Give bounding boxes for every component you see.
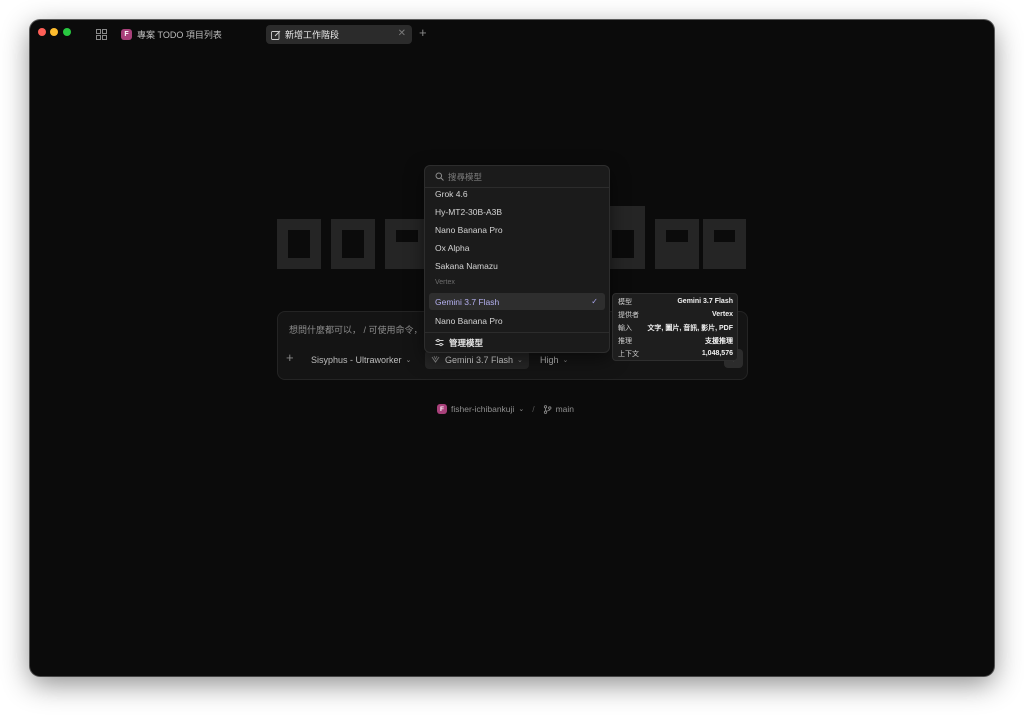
close-tab-icon[interactable]: ✕ — [398, 28, 406, 39]
agent-selector[interactable]: Sisyphus - Ultraworker ⌄ — [305, 350, 417, 369]
layout-grid-icon[interactable] — [96, 29, 107, 40]
model-option-label: Grok 4.6 — [435, 188, 468, 199]
chevron-down-icon[interactable]: ⌄ — [518, 405, 524, 413]
tooltip-key: 提供者 — [618, 311, 639, 319]
git-branch-icon — [543, 404, 551, 414]
model-option[interactable]: Sakana Namazu — [429, 257, 605, 274]
app-window: F 專案 TODO 項目列表 新增工作階段 ✕ + 想問什麼都可以， / 可使用… — [30, 20, 994, 676]
sliders-icon — [435, 338, 444, 347]
model-option[interactable]: Nano Banana Pro — [429, 221, 605, 238]
checkmark-icon: ✓ — [591, 297, 598, 306]
tooltip-key: 推理 — [618, 337, 632, 345]
prompt-input[interactable]: 想問什麼都可以， / 可使用命令， @ — [289, 323, 434, 336]
tooltip-value: Gemini 3.7 Flash — [677, 298, 733, 305]
title-bar: F 專案 TODO 項目列表 新增工作階段 ✕ + — [30, 20, 994, 50]
minimize-window-button[interactable] — [50, 28, 58, 36]
agent-label: Sisyphus - Ultraworker — [311, 354, 402, 365]
tooltip-key: 上下文 — [618, 350, 639, 358]
tooltip-row: 提供者 Vertex — [618, 309, 733, 320]
project-name[interactable]: fisher-ichibankuji — [451, 404, 514, 414]
tooltip-value: Vertex — [711, 311, 733, 318]
manage-models-label: 管理模型 — [449, 337, 484, 348]
new-tab-button[interactable]: + — [419, 26, 427, 40]
branch-name[interactable]: main — [556, 404, 574, 414]
tooltip-value: 支援推理 — [705, 337, 733, 345]
add-attachment-button[interactable]: + — [286, 351, 294, 364]
tooltip-key: 輸入 — [618, 324, 632, 332]
maximize-window-button[interactable] — [63, 28, 71, 36]
manage-models-button[interactable]: 管理模型 — [425, 332, 609, 352]
model-label: Gemini 3.7 Flash — [445, 354, 514, 365]
model-option[interactable]: Grok 4.6 — [429, 188, 605, 202]
chevron-down-icon: ⌄ — [405, 356, 412, 364]
tooltip-key: 模型 — [618, 298, 632, 306]
project-info: F fisher-ichibankuji ⌄ / main — [437, 402, 574, 416]
model-option[interactable]: Ox Alpha — [429, 239, 605, 256]
tab-label: 新增工作階段 — [285, 30, 340, 40]
edit-icon — [271, 30, 281, 40]
tooltip-value: 文字, 圖片, 音訊, 影片, PDF — [647, 324, 733, 332]
model-option[interactable]: Nano Banana Pro — [429, 312, 605, 329]
model-option-label: Gemini 3.7 Flash — [435, 296, 500, 307]
project-badge: F — [437, 404, 447, 414]
tooltip-value: 1,048,576 — [701, 350, 733, 357]
project-badge: F — [121, 29, 132, 40]
model-info-tooltip: 模型 Gemini 3.7 Flash 提供者 Vertex 輸入 文字, 圖片… — [612, 293, 738, 361]
tab-label: 專案 TODO 項目列表 — [137, 30, 222, 40]
model-provider-icon — [431, 355, 440, 363]
chevron-down-icon: ⌄ — [562, 356, 569, 364]
tooltip-row: 推理 支援推理 — [618, 335, 733, 346]
model-picker-dropdown: Grok 4.6 Hy-MT2-30B-A3B Nano Banana Pro … — [424, 165, 610, 353]
tooltip-row: 輸入 文字, 圖片, 音訊, 影片, PDF — [618, 322, 733, 333]
tab-project-todo[interactable]: F 專案 TODO 項目列表 — [119, 25, 259, 44]
model-option-selected[interactable]: Gemini 3.7 Flash ✓ — [429, 293, 605, 310]
model-option-label: Sakana Namazu — [435, 260, 498, 271]
search-icon — [435, 172, 444, 181]
model-option[interactable]: Hy-MT2-30B-A3B — [429, 203, 605, 220]
model-search-input[interactable] — [448, 171, 588, 182]
model-option-label: Ox Alpha — [435, 242, 470, 253]
provider-group-label: Vertex — [435, 279, 455, 286]
model-option-label: Hy-MT2-30B-A3B — [435, 206, 503, 217]
model-list: Grok 4.6 Hy-MT2-30B-A3B Nano Banana Pro … — [425, 188, 609, 333]
chevron-down-icon: ⌄ — [517, 356, 523, 364]
model-search — [425, 166, 609, 188]
close-window-button[interactable] — [38, 28, 46, 36]
effort-label: High — [540, 354, 559, 365]
tab-new-session[interactable]: 新增工作階段 ✕ — [266, 25, 412, 44]
model-option-label: Nano Banana Pro — [435, 224, 503, 235]
tooltip-row: 模型 Gemini 3.7 Flash — [618, 296, 733, 307]
model-option-label: Nano Banana Pro — [435, 315, 503, 326]
tooltip-row: 上下文 1,048,576 — [618, 348, 733, 359]
separator: / — [532, 404, 535, 414]
